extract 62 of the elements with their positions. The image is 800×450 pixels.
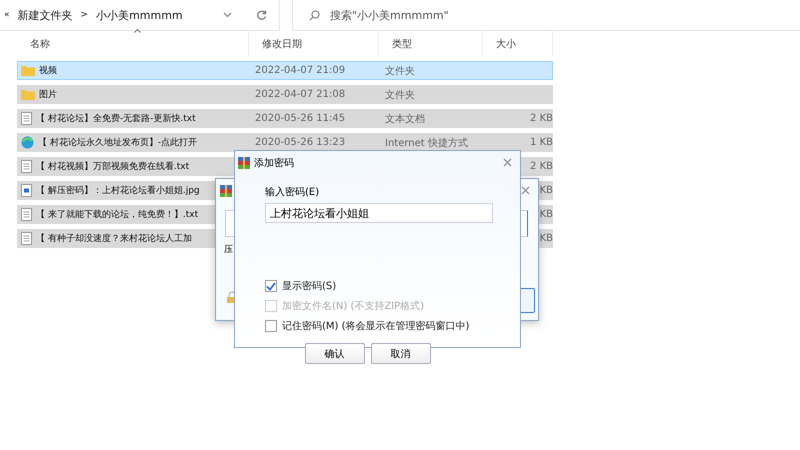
checkbox[interactable] — [265, 320, 277, 332]
chevron-down-icon[interactable] — [223, 12, 232, 18]
globe-icon — [21, 136, 34, 149]
image-file-icon — [21, 184, 32, 197]
archive-icon — [220, 185, 232, 197]
checkmark-icon — [266, 282, 276, 290]
breadcrumb-item[interactable]: 新建文件夹 — [18, 8, 73, 22]
type-cell-text: 文件夹 — [384, 64, 416, 78]
search-field[interactable]: 搜索"小小美mmmmm" — [292, 0, 800, 31]
search-icon — [309, 10, 320, 20]
column-header[interactable]: 名称 — [17, 31, 249, 56]
size-cell: 2 KB — [530, 113, 554, 124]
dialog-button[interactable]: 确认 — [304, 343, 364, 364]
file-row[interactable]: 图片 2022-04-07 21:08 文件夹 — [17, 85, 553, 104]
date-cell-text: 2020-05-26 11:45 — [254, 113, 346, 124]
folder-icon — [21, 89, 35, 100]
breadcrumb-separator: > — [80, 10, 88, 20]
file-row[interactable]: 【 村花论坛永久地址发布页】-点此打开 2020-05-26 13:23 Internet 快捷方式 1 KB — [17, 133, 553, 152]
checkbox-label: 显示密码(S) — [282, 280, 336, 293]
column-header[interactable]: 大小 — [483, 31, 553, 56]
refresh-icon[interactable] — [256, 10, 267, 20]
size-cell: KB — [540, 233, 554, 244]
file-row[interactable]: 视频 2022-04-07 21:09 文件夹 — [17, 61, 553, 80]
size-cell: KB — [540, 185, 554, 196]
size-cell: 2 KB — [530, 161, 554, 172]
folder-icon — [21, 65, 35, 76]
file-name: 【 有种子却没速度？来村花论坛人工加 — [36, 232, 192, 245]
close-icon[interactable] — [503, 158, 512, 167]
document-icon — [21, 160, 32, 173]
checkbox[interactable] — [265, 280, 277, 292]
archive-icon — [238, 157, 250, 169]
column-header[interactable]: 类型 — [379, 31, 483, 56]
dialog-button[interactable]: 取消 — [370, 343, 430, 364]
checkbox-label: 记住密码(M) (将会显示在管理密码窗口中) — [282, 320, 470, 333]
file-name: 【 村花视频】万部视频免费在线看.txt — [36, 160, 190, 173]
document-icon — [21, 232, 32, 245]
file-name: 【 解压密码】：上村花论坛看小姐姐.jpg — [36, 184, 200, 197]
date-cell-text: 2022-04-07 21:09 — [254, 65, 346, 76]
file-name: 【 村花论坛】全免费-无套路-更新快.txt — [36, 112, 196, 125]
date-cell-text: 2020-05-26 13:23 — [254, 137, 346, 148]
back-button[interactable]: « — [4, 10, 10, 20]
field-label: 压 — [224, 244, 233, 256]
size-cell: KB — [540, 209, 554, 220]
file-name: 【 村花论坛永久地址发布页】-点此打开 — [38, 136, 198, 149]
file-name: 【 来了就能下载的论坛，纯免费！】.txt — [36, 208, 198, 221]
field-label: 输入密码(E) — [265, 186, 320, 199]
type-cell-text: 文本文档 — [384, 112, 426, 126]
type-cell-text: 文件夹 — [384, 88, 416, 102]
column-header[interactable]: 修改日期 — [249, 31, 379, 56]
close-icon[interactable] — [521, 186, 530, 195]
file-name: 视频 — [39, 64, 57, 77]
file-name: 图片 — [39, 88, 57, 101]
document-icon — [21, 208, 32, 221]
type-cell-text: Internet 快捷方式 — [384, 136, 469, 150]
checkbox-label: 加密文件名(N) (不支持ZIP格式) — [282, 300, 424, 313]
file-row[interactable]: 【 村花论坛】全免费-无套路-更新快.txt 2020-05-26 11:45 文本文档 2 KB — [17, 109, 553, 128]
document-icon — [21, 112, 32, 125]
breadcrumb-item[interactable]: 小小美mmmmm — [96, 8, 183, 22]
password-field[interactable]: 上村花论坛看小姐姐 — [265, 203, 493, 223]
date-cell-text: 2022-04-07 21:08 — [254, 89, 346, 100]
size-cell: 1 KB — [530, 137, 554, 148]
dialog-title: 添加密码 — [254, 156, 294, 170]
